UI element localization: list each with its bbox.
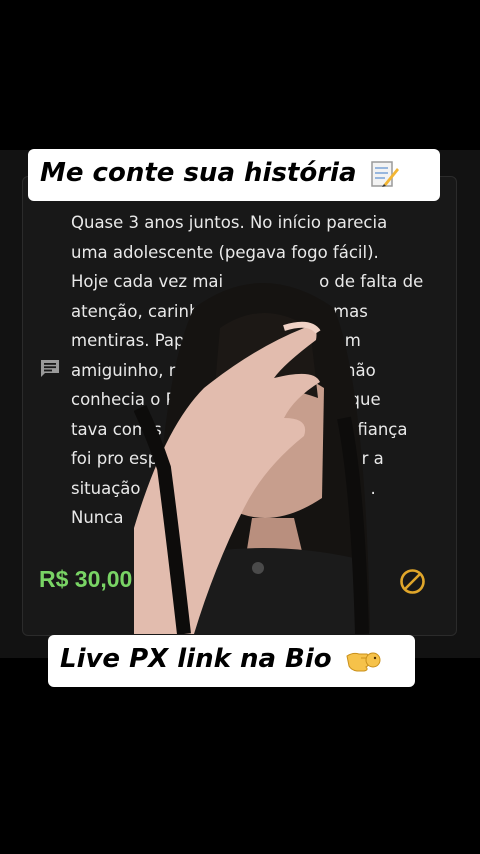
- caption-bottom: Live PX link na Bio: [48, 635, 415, 687]
- caption-bottom-text: Live PX link na Bio: [60, 644, 332, 674]
- caption-top: Me conte sua história: [28, 149, 440, 201]
- video-frame: Quase 3 anos juntos. No início parecia u…: [0, 0, 480, 854]
- block-icon[interactable]: [399, 568, 426, 595]
- memo-icon: [370, 160, 399, 187]
- presenter-overlay: [134, 283, 370, 634]
- caption-top-text: Me conte sua história: [40, 158, 357, 188]
- pointing-hand-icon: [346, 652, 381, 671]
- message-line: uma adolescente (pegava fogo fácil).: [71, 242, 379, 262]
- chat-bubble-icon: [41, 360, 59, 377]
- donation-amount: R$ 30,00: [39, 566, 133, 592]
- message-line: Quase 3 anos juntos. No início parecia: [71, 213, 388, 232]
